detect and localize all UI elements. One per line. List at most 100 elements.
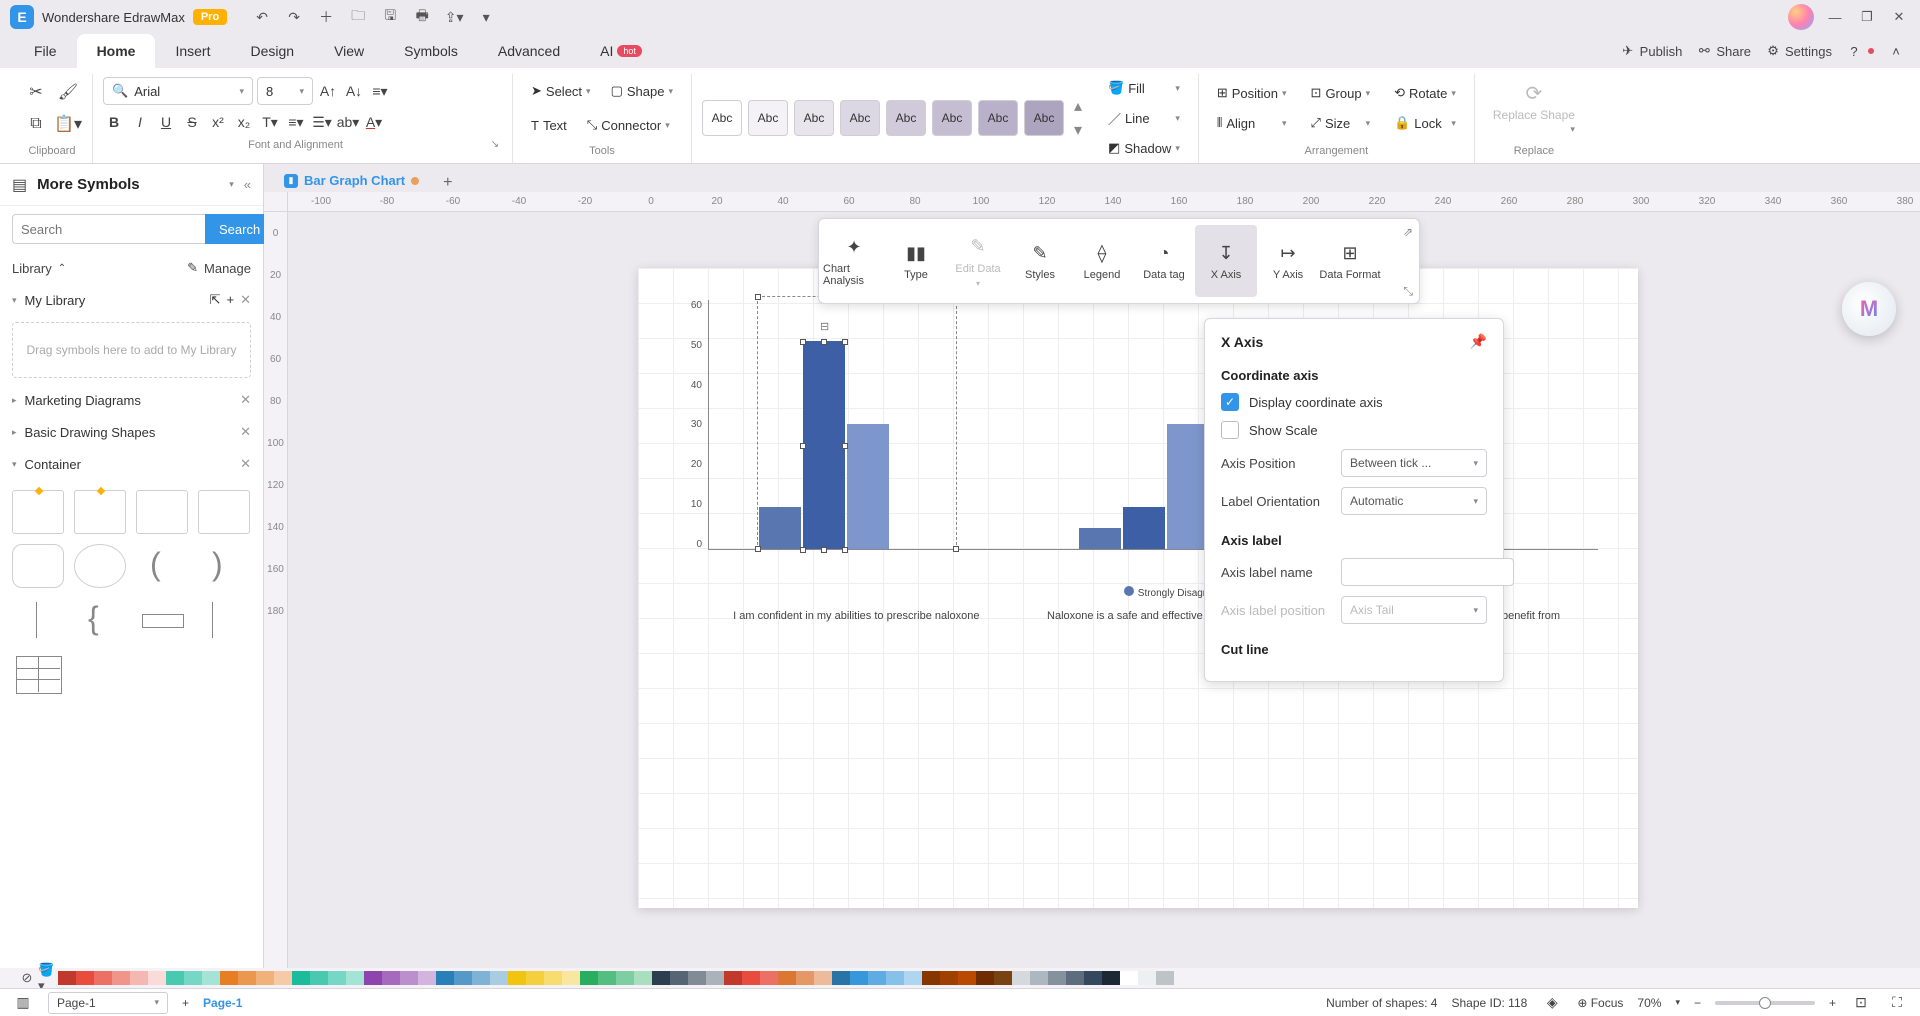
checkbox-show-scale[interactable] xyxy=(1221,421,1239,439)
paste-icon[interactable]: 📋▾ xyxy=(54,110,82,138)
ctx-pin-icon[interactable]: ⇗ xyxy=(1403,225,1413,239)
style-swatch[interactable]: Abc xyxy=(702,100,742,136)
color-swatch[interactable] xyxy=(94,971,112,985)
color-swatch[interactable] xyxy=(544,971,562,985)
menu-design[interactable]: Design xyxy=(230,34,314,68)
text-tool[interactable]: TText xyxy=(523,111,575,139)
color-swatch[interactable] xyxy=(454,971,472,985)
bullet-list-icon[interactable]: ☰▾ xyxy=(311,111,333,133)
menu-symbols[interactable]: Symbols xyxy=(384,34,478,68)
color-swatch[interactable] xyxy=(1102,971,1120,985)
section-my-library[interactable]: ▾ My Library ⇱ + ✕ xyxy=(0,284,263,316)
color-swatch[interactable] xyxy=(742,971,760,985)
menu-file[interactable]: File xyxy=(14,34,77,68)
size-button[interactable]: ⤢Size▾ xyxy=(1303,109,1379,137)
color-swatch[interactable] xyxy=(850,971,868,985)
color-swatch[interactable] xyxy=(580,971,598,985)
color-swatch[interactable] xyxy=(490,971,508,985)
ctx-edit-data[interactable]: ✎Edit Data▾ xyxy=(947,225,1009,297)
fit-page-icon[interactable]: ⊡ xyxy=(1850,992,1872,1014)
color-swatch[interactable] xyxy=(274,971,292,985)
canvas[interactable]: 6050403020100 xyxy=(288,212,1920,968)
replace-shape-button[interactable]: ⟳Replace Shape▾ xyxy=(1485,81,1583,135)
undo-icon[interactable]: ↶ xyxy=(253,8,271,26)
ai-assistant-button[interactable]: M xyxy=(1842,282,1896,336)
shadow-button[interactable]: ◩Shadow▾ xyxy=(1100,134,1188,162)
color-swatch[interactable] xyxy=(166,971,184,985)
label-orientation-select[interactable]: Automatic▾ xyxy=(1341,487,1487,515)
add-page-button[interactable]: + xyxy=(182,996,189,1010)
color-swatch[interactable] xyxy=(472,971,490,985)
font-size-select[interactable]: 8▾ xyxy=(257,77,313,105)
style-swatch[interactable]: Abc xyxy=(932,100,972,136)
font-dialog-launcher-icon[interactable]: ↘ xyxy=(488,139,502,153)
pin-icon[interactable]: 📌 xyxy=(1470,333,1487,350)
shape-bracket-left[interactable] xyxy=(136,544,188,588)
superscript-icon[interactable]: x² xyxy=(207,111,229,133)
subscript-icon[interactable]: x₂ xyxy=(233,111,255,133)
minimize-icon[interactable]: — xyxy=(1824,6,1846,28)
underline-icon[interactable]: U xyxy=(155,111,177,133)
zoom-out-icon[interactable]: − xyxy=(1694,996,1701,1010)
ctx-x-axis[interactable]: ↧X Axis xyxy=(1195,225,1257,297)
bar-selection-handles[interactable]: ⊟ xyxy=(803,342,845,550)
decrease-font-icon[interactable]: A↓ xyxy=(343,80,365,102)
color-swatch[interactable] xyxy=(526,971,544,985)
style-swatch[interactable]: Abc xyxy=(886,100,926,136)
bar[interactable] xyxy=(1123,507,1165,549)
section-container[interactable]: ▾Container✕ xyxy=(0,448,263,480)
strikethrough-icon[interactable]: S xyxy=(181,111,203,133)
align-button[interactable]: ⫴Align▾ xyxy=(1209,109,1295,137)
style-swatch[interactable]: Abc xyxy=(794,100,834,136)
shape-ellipse[interactable] xyxy=(74,544,126,588)
axis-label-name-input[interactable] xyxy=(1341,558,1514,586)
position-button[interactable]: ⊞Position▾ xyxy=(1209,79,1295,107)
color-swatch[interactable] xyxy=(76,971,94,985)
menu-view[interactable]: View xyxy=(314,34,384,68)
color-swatch[interactable] xyxy=(202,971,220,985)
style-swatch[interactable]: Abc xyxy=(978,100,1018,136)
menu-advanced[interactable]: Advanced xyxy=(478,34,580,68)
format-painter-icon[interactable]: 🖌 xyxy=(54,78,82,106)
menu-insert[interactable]: Insert xyxy=(155,34,230,68)
color-swatch[interactable] xyxy=(508,971,526,985)
fill-picker-icon[interactable]: 🪣▾ xyxy=(38,969,56,987)
selection-handles[interactable] xyxy=(757,296,957,550)
cut-icon[interactable]: ✂ xyxy=(22,78,50,106)
shape-line[interactable] xyxy=(12,598,64,642)
ctx-chart-analysis[interactable]: ✦Chart Analysis xyxy=(823,225,885,297)
color-swatch[interactable] xyxy=(922,971,940,985)
library-dropzone[interactable]: Drag symbols here to add to My Library xyxy=(12,322,251,378)
shape-line[interactable] xyxy=(188,598,240,642)
lock-button[interactable]: 🔒Lock▾ xyxy=(1386,109,1464,137)
color-swatch[interactable] xyxy=(346,971,364,985)
shape-rect-header[interactable] xyxy=(74,490,126,534)
color-swatch[interactable] xyxy=(184,971,202,985)
text-case-icon[interactable]: T▾ xyxy=(259,111,281,133)
italic-icon[interactable]: I xyxy=(129,111,151,133)
color-swatch[interactable] xyxy=(256,971,274,985)
color-swatch[interactable] xyxy=(976,971,994,985)
bar[interactable] xyxy=(1079,528,1121,549)
text-direction-icon[interactable]: ab▾ xyxy=(337,111,359,133)
add-library-icon[interactable]: + xyxy=(227,292,235,308)
color-swatch[interactable] xyxy=(760,971,778,985)
zoom-slider[interactable] xyxy=(1715,1001,1815,1005)
page-tab[interactable]: Page-1 xyxy=(203,996,242,1010)
fullscreen-icon[interactable]: ⛶ xyxy=(1886,992,1908,1014)
bold-icon[interactable]: B xyxy=(103,111,125,133)
color-swatch[interactable] xyxy=(1030,971,1048,985)
color-swatch[interactable] xyxy=(1120,971,1138,985)
user-avatar[interactable] xyxy=(1788,4,1814,30)
shape-rect-header[interactable] xyxy=(198,490,250,534)
color-swatch[interactable] xyxy=(994,971,1012,985)
color-swatch[interactable] xyxy=(400,971,418,985)
bar[interactable] xyxy=(1167,424,1209,549)
shape-brace-left[interactable] xyxy=(74,598,126,642)
ctx-y-axis[interactable]: ↦Y Axis xyxy=(1257,225,1319,297)
color-swatch[interactable] xyxy=(220,971,238,985)
color-swatch[interactable] xyxy=(562,971,580,985)
settings-button[interactable]: ⚙Settings xyxy=(1765,43,1832,59)
shape-table[interactable] xyxy=(12,652,64,696)
page-panel-icon[interactable]: ▥ xyxy=(12,992,34,1014)
